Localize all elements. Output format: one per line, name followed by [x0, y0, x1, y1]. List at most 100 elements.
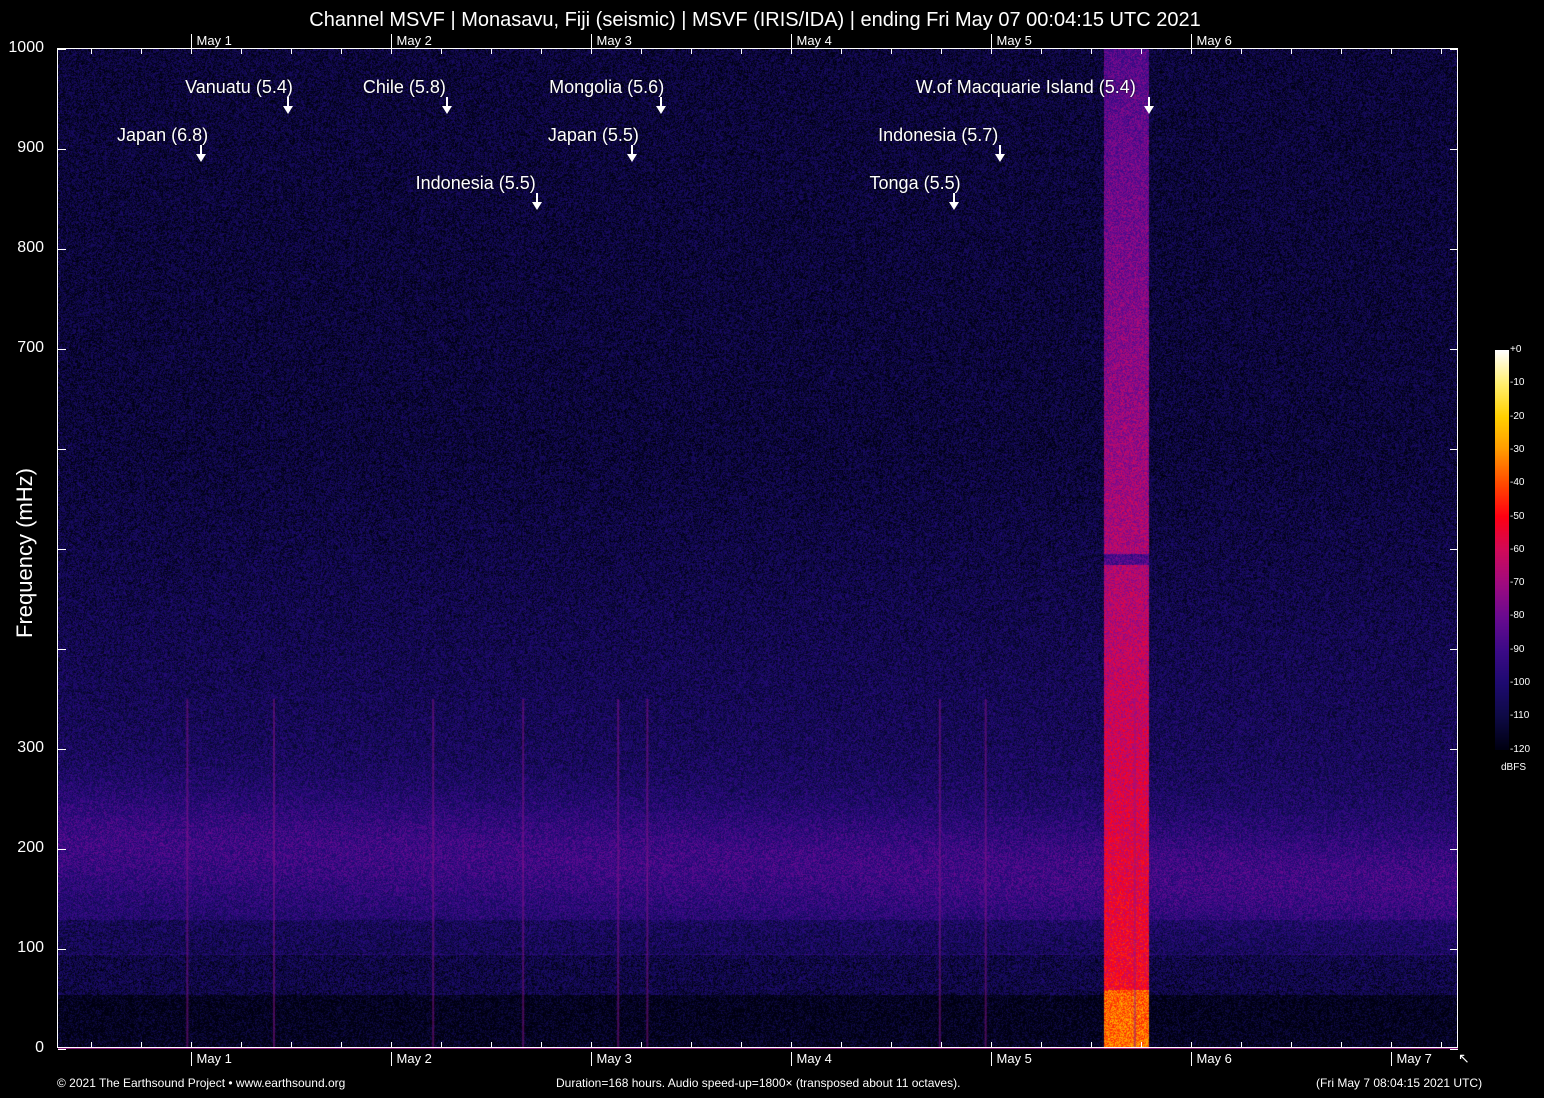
event-label: Mongolia (5.6) — [549, 77, 665, 97]
y-tick-label: 700 — [17, 339, 44, 356]
y-tick-right — [1450, 549, 1458, 550]
x-tick-label-bottom: May 3 — [590, 1052, 632, 1066]
event-arrowhead-icon — [656, 106, 667, 114]
event-arrowhead-icon — [283, 106, 293, 114]
x-minor-tick — [590, 1042, 592, 1048]
colorbar-tick-label: -40 — [1510, 477, 1525, 489]
x-minor-tick — [890, 49, 892, 54]
x-minor-tick — [1190, 1042, 1192, 1048]
x-minor-tick — [1240, 49, 1242, 54]
event-arrowhead-icon — [948, 202, 959, 210]
y-tick-right — [1450, 1049, 1458, 1050]
x-minor-tick — [190, 49, 192, 54]
event-label: Vanuatu (5.4) — [185, 77, 293, 97]
x-minor-tick — [1040, 1042, 1042, 1048]
y-tick-right — [1450, 149, 1458, 150]
colorbar-tick-label: -60 — [1510, 543, 1525, 555]
x-tick-label-top: May 6 — [1190, 34, 1232, 48]
event-label: Japan (6.8) — [117, 125, 209, 145]
x-minor-tick — [1190, 49, 1192, 54]
x-minor-tick — [140, 1042, 142, 1048]
y-tick-right — [1450, 349, 1458, 350]
x-minor-tick — [290, 49, 292, 54]
x-minor-tick — [540, 49, 542, 54]
y-tick-left — [58, 1049, 66, 1050]
x-minor-tick — [1440, 1042, 1442, 1048]
y-tick-left — [58, 849, 66, 850]
y-tick-right — [1450, 749, 1458, 750]
y-tick-left — [58, 749, 66, 750]
x-minor-tick — [640, 49, 642, 54]
cursor-arrow-icon: ↖ — [1458, 1050, 1470, 1066]
x-minor-tick — [340, 49, 342, 54]
x-tick-label-bottom: May 2 — [390, 1052, 432, 1066]
x-minor-tick — [590, 49, 592, 54]
y-tick-left — [58, 49, 66, 50]
y-tick-label: 800 — [17, 239, 44, 256]
x-minor-tick — [1140, 1042, 1142, 1048]
event-arrowhead-icon — [532, 202, 543, 210]
event-arrowhead-icon — [442, 106, 453, 114]
x-minor-tick — [1140, 49, 1142, 54]
x-minor-tick — [290, 1042, 292, 1048]
x-minor-tick — [90, 49, 92, 54]
x-tick-label-top: May 2 — [390, 34, 432, 48]
x-minor-tick — [440, 1042, 442, 1048]
footer-duration: Duration=168 hours. Audio speed-up=1800×… — [556, 1076, 961, 1090]
x-tick-label-top: May 5 — [990, 34, 1032, 48]
y-tick-label: 100 — [17, 939, 44, 956]
x-minor-tick — [1390, 1042, 1392, 1048]
x-minor-tick — [940, 49, 942, 54]
x-tick-label-top: May 4 — [790, 34, 832, 48]
event-arrowhead-icon — [627, 154, 638, 162]
x-minor-tick — [490, 49, 492, 54]
colorbar-tick-label: -10 — [1510, 377, 1525, 389]
x-minor-tick — [1340, 49, 1342, 54]
event-label: Japan (5.5) — [547, 125, 639, 145]
x-minor-tick — [690, 1042, 692, 1048]
y-tick-left — [58, 449, 66, 450]
x-minor-tick — [1090, 1042, 1092, 1048]
x-minor-tick — [1040, 49, 1042, 54]
x-tick-label-top: May 3 — [590, 34, 632, 48]
x-minor-tick — [540, 1042, 542, 1048]
chart-title: Channel MSVF | Monasavu, Fiji (seismic) … — [309, 9, 1201, 31]
x-minor-tick — [1290, 1042, 1292, 1048]
y-tick-label: 1000 — [8, 39, 44, 56]
x-minor-tick — [1440, 49, 1442, 54]
plot-frame — [57, 48, 1458, 1048]
colorbar-tick-label: -100 — [1510, 677, 1531, 688]
x-tick-label-bottom: May 1 — [190, 1052, 232, 1066]
x-minor-tick — [990, 49, 992, 54]
colorbar-tick-label: +0 — [1510, 344, 1522, 355]
colorbar-tick-label: -80 — [1510, 610, 1525, 622]
x-minor-tick — [390, 49, 392, 54]
y-tick-right — [1450, 49, 1458, 50]
y-tick-right — [1450, 849, 1458, 850]
y-tick-left — [58, 349, 66, 350]
event-label: Tonga (5.5) — [869, 173, 961, 193]
x-minor-tick — [840, 1042, 842, 1048]
x-minor-tick — [990, 1042, 992, 1048]
event-arrowhead-icon — [994, 154, 1005, 162]
x-minor-tick — [90, 1042, 92, 1048]
y-tick-right — [1450, 249, 1458, 250]
x-tick-label-top: May 1 — [190, 34, 232, 48]
x-minor-tick — [690, 49, 692, 54]
colorbar-tick-label: -110 — [1510, 710, 1530, 722]
x-minor-tick — [790, 1042, 792, 1048]
x-minor-tick — [490, 1042, 492, 1048]
event-label: Indonesia (5.5) — [415, 173, 536, 193]
x-minor-tick — [190, 1042, 192, 1048]
x-tick-label-bottom: May 4 — [790, 1052, 832, 1066]
x-minor-tick — [140, 49, 142, 54]
x-minor-tick — [390, 1042, 392, 1048]
x-minor-tick — [740, 1042, 742, 1048]
footer-timestamp: (Fri May 7 08:04:15 2021 UTC) — [1316, 1076, 1483, 1090]
colorbar-tick-label: -30 — [1510, 443, 1525, 455]
colorbar-tick-label: -90 — [1510, 643, 1525, 655]
colorbar-tick-label: -50 — [1510, 510, 1525, 522]
colorbar-tick-label: -70 — [1510, 577, 1525, 589]
event-label: W.of Macquarie Island (5.4) — [915, 77, 1136, 97]
x-minor-tick — [1340, 1042, 1342, 1048]
